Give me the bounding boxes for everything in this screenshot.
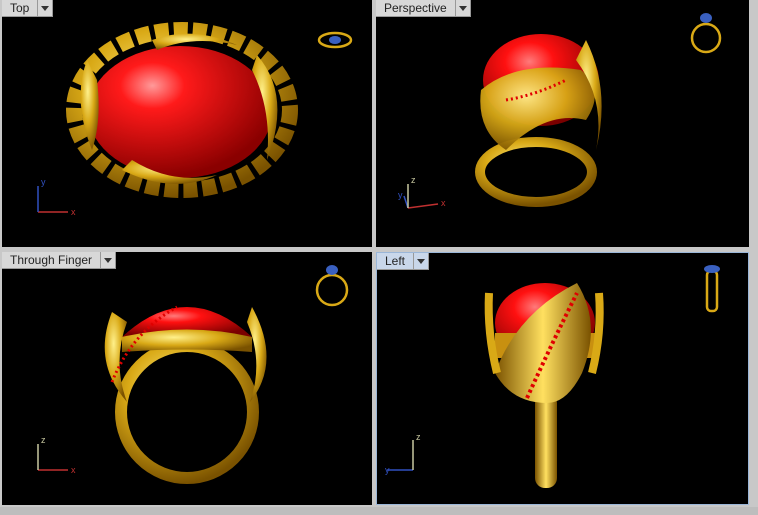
axis-gizmo: y z <box>385 432 421 475</box>
axis-gizmo: x y <box>37 177 76 217</box>
viewport-through-finger[interactable]: Through Finger x z <box>2 252 372 505</box>
viewport-title-top[interactable]: Top <box>2 0 39 17</box>
status-strip <box>0 507 758 515</box>
ring-widget-icon <box>704 265 720 313</box>
svg-text:x: x <box>71 465 76 475</box>
viewport-title-through-finger[interactable]: Through Finger <box>2 252 102 269</box>
menu-dropdown-icon[interactable] <box>101 252 117 269</box>
ring-widget-icon <box>315 265 349 307</box>
ring-render-perspective: x z y <box>398 13 722 209</box>
viewport-tab-top[interactable]: Top <box>2 0 54 17</box>
viewport-tab-left[interactable]: Left <box>377 253 430 270</box>
ring-render-top: x y <box>37 22 353 217</box>
svg-text:z: z <box>41 435 46 445</box>
viewport-top[interactable]: Top x y <box>2 0 372 247</box>
ring-widget-icon <box>690 13 722 54</box>
viewport-perspective[interactable]: Perspective x z y <box>376 0 749 247</box>
ring-render-left: y z <box>385 265 720 488</box>
axis-gizmo: x z <box>37 435 76 475</box>
svg-text:x: x <box>71 207 76 217</box>
svg-text:x: x <box>441 198 446 208</box>
viewport-tab-perspective[interactable]: Perspective <box>376 0 471 17</box>
viewport-tab-through-finger[interactable]: Through Finger <box>2 252 117 269</box>
svg-text:y: y <box>385 465 390 475</box>
viewport-left[interactable]: Left y z <box>376 252 749 505</box>
axis-gizmo: x z y <box>398 175 446 209</box>
menu-dropdown-icon[interactable] <box>414 253 430 270</box>
svg-text:z: z <box>416 432 421 442</box>
svg-text:y: y <box>41 177 46 187</box>
svg-text:z: z <box>411 175 416 185</box>
ring-widget-icon <box>317 31 353 49</box>
ring-render-through-finger: x z <box>37 265 349 484</box>
viewport-title-perspective[interactable]: Perspective <box>376 0 456 17</box>
viewport-title-left[interactable]: Left <box>377 253 415 270</box>
svg-text:y: y <box>398 190 403 200</box>
viewport-grid: Top x y Perspective x z y Through Finger… <box>0 0 758 515</box>
menu-dropdown-icon[interactable] <box>38 0 54 17</box>
menu-dropdown-icon[interactable] <box>455 0 471 17</box>
